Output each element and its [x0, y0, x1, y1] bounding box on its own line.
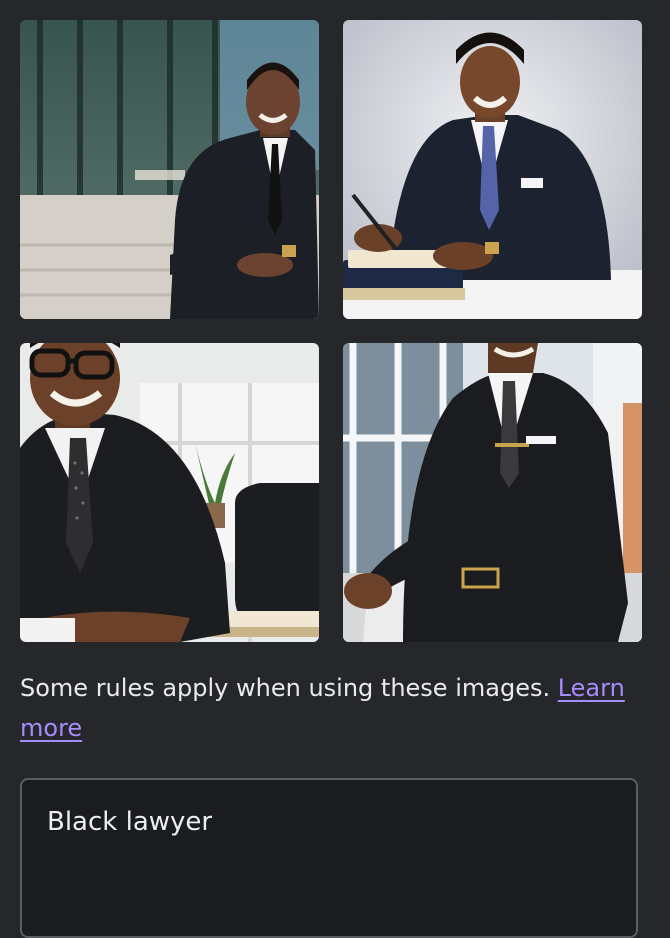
prompt-input-container: Black lawyer [20, 778, 638, 938]
usage-rules-notice: Some rules apply when using these images… [20, 668, 650, 748]
result-image-3-picture [20, 343, 319, 642]
result-image-1[interactable] [20, 20, 319, 319]
image-results-grid [20, 20, 642, 642]
result-image-4[interactable] [343, 343, 642, 642]
result-image-3[interactable] [20, 343, 319, 642]
result-image-2-picture [343, 20, 642, 319]
prompt-input[interactable]: Black lawyer [47, 804, 611, 912]
usage-rules-text: Some rules apply when using these images… [20, 674, 558, 702]
result-image-2[interactable] [343, 20, 642, 319]
result-image-4-picture [343, 343, 642, 642]
result-image-1-picture [20, 20, 319, 319]
